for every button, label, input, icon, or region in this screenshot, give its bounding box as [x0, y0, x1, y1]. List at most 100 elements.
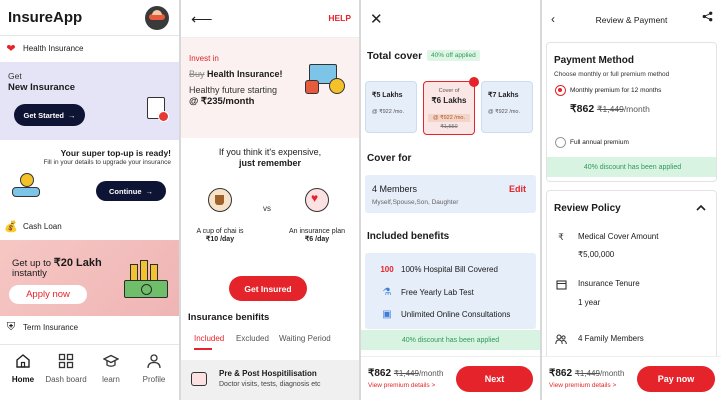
nav-profile[interactable]: Profile — [133, 353, 175, 384]
per-month: /month — [599, 369, 625, 378]
screens-strip: InsureApp ❤ Health Insurance Get New Ins… — [0, 0, 721, 400]
cover-option-5-lakhs[interactable]: ₹5 Lakhs @ ₹922 /mo. — [365, 81, 417, 133]
invest-label: Invest in — [189, 54, 219, 63]
section-health-insurance[interactable]: ❤ Health Insurance — [0, 37, 179, 59]
vs-text: vs — [263, 204, 271, 213]
selected-dot — [469, 77, 479, 87]
pay-now-button[interactable]: Pay now — [637, 366, 715, 392]
tenure-value: 1 year — [578, 298, 601, 307]
page-header: ‹ Review & Payment — [542, 0, 721, 40]
loan-amount: ₹20 Lakh — [53, 257, 102, 269]
next-button[interactable]: Next — [456, 366, 533, 392]
old-price: ₹1,449 — [393, 369, 419, 378]
hero-subtitle: Healthy future starting — [189, 85, 278, 95]
active-tab-indicator — [194, 348, 212, 350]
benefit-item: Free Yearly Lab Test — [401, 288, 474, 297]
health-card-get: Get — [8, 71, 22, 81]
hundred-percent-icon: 100 — [380, 264, 394, 274]
chai-line2: ₹10 /day — [205, 236, 235, 243]
monthly-radio[interactable] — [555, 85, 566, 96]
discount-badge: 40% off applied — [427, 50, 480, 61]
monthly-option-label: Monthly premium for 12 months — [570, 87, 662, 94]
premium-price: ₹862 ₹1,449/month — [368, 368, 443, 379]
rupee-icon: ₹ — [558, 231, 564, 242]
dashboard-icon — [58, 353, 74, 369]
close-icon[interactable]: ✕ — [370, 10, 383, 28]
get-started-label: Get Started — [23, 110, 64, 120]
nav-label: Dash board — [45, 375, 87, 384]
tab-excluded[interactable]: Excluded — [236, 334, 269, 343]
discount-note: 40% discount has been applied — [547, 157, 716, 177]
cover-option-7-lakhs[interactable]: ₹7 Lakhs @ ₹922 /mo. — [481, 81, 533, 133]
per-month: /month — [623, 104, 650, 114]
price: ₹862 — [368, 368, 392, 379]
hospital-icon — [191, 372, 207, 386]
heart-hands-icon — [305, 188, 329, 212]
tab-included[interactable]: Included — [194, 334, 224, 343]
get-started-button[interactable]: Get Started → — [14, 104, 85, 126]
expensive-text: If you think it's expensive, — [218, 147, 322, 157]
review-payment-screen: ‹ Review & Payment Payment Method Choose… — [542, 0, 721, 400]
plan-line1: An insurance plan — [288, 228, 346, 235]
document-icon — [147, 97, 169, 122]
price: ₹862 — [549, 368, 573, 379]
nav-dashboard[interactable]: Dash board — [45, 353, 87, 384]
tea-cup-icon — [208, 188, 232, 212]
tab-waiting-period[interactable]: Waiting Period — [279, 334, 331, 343]
get-insured-button[interactable]: Get Insured — [229, 276, 307, 301]
cover-old-price: ₹1,550 — [440, 124, 458, 130]
section-term-insurance[interactable]: ⛨ Term Insurance — [0, 316, 179, 338]
topup-subtitle: Fill in your details to upgrade your ins… — [43, 159, 171, 166]
nav-learn[interactable]: learn — [90, 353, 132, 384]
edit-members-button[interactable]: Edit — [509, 184, 526, 194]
cover-price: @ ₹922 /mo. — [488, 109, 521, 115]
cover-amount: ₹7 Lakhs — [488, 92, 519, 99]
avatar[interactable] — [145, 6, 169, 30]
review-policy-title: Review Policy — [554, 203, 621, 214]
heart-pulse-icon: ❤ — [6, 42, 16, 55]
benefit-list-item[interactable]: Pre & Post Hospitilisation Doctor visits… — [181, 360, 359, 400]
benefit-subtitle: Doctor visits, tests, diagnosis etc — [219, 381, 321, 388]
hero-title-rest: Health Insurance! — [204, 69, 283, 79]
shield-check-icon: ⛨ — [6, 320, 16, 333]
apply-now-button[interactable]: Apply now — [9, 285, 87, 304]
members-count: 4 Members — [372, 184, 418, 194]
view-premium-details-link[interactable]: View premium details > — [368, 382, 435, 389]
loan-instantly: instantly — [12, 268, 47, 279]
chevron-up-icon[interactable] — [696, 203, 706, 213]
help-link[interactable]: HELP — [328, 13, 351, 23]
payment-method-title: Payment Method — [554, 55, 635, 66]
nav-home[interactable]: Home — [2, 353, 44, 384]
chai-line1: A cup of chai is — [196, 228, 244, 235]
benefits-section: Insurance benifits Included Excluded Wai… — [181, 290, 359, 400]
calendar-icon — [555, 278, 567, 290]
benefit-item: Unlimited Online Consultations — [401, 310, 511, 319]
section-cash-loan[interactable]: 💰 Cash Loan — [0, 215, 179, 237]
review-policy-card: Review Policy ₹ Medical Cover Amount ₹5,… — [546, 190, 717, 360]
view-premium-details-link[interactable]: View premium details > — [549, 382, 616, 389]
checkout-footer: ₹862 ₹1,449/month View premium details >… — [361, 356, 540, 400]
tenure-label: Insurance Tenure — [578, 279, 640, 288]
continue-button[interactable]: Continue → — [96, 181, 166, 201]
money-stack-icon — [124, 260, 170, 302]
discount-note: 40% discount has been applied — [361, 330, 540, 350]
old-price: ₹1,449 — [597, 104, 624, 114]
annual-radio[interactable] — [555, 137, 566, 148]
monthly-price: ₹862 ₹1,449/month — [570, 103, 650, 115]
chai-compare: A cup of chai is ₹10 /day — [185, 188, 255, 243]
health-card-title: New Insurance — [8, 82, 76, 93]
benefits-card: 100 100% Hospital Bill Covered ⚗ Free Ye… — [365, 253, 536, 329]
hero-title: Buy Health Insurance! — [189, 69, 283, 79]
page-header: ⟵ HELP — [181, 0, 359, 38]
home-screen: InsureApp ❤ Health Insurance Get New Ins… — [0, 0, 179, 400]
section-label: Cash Loan — [23, 221, 62, 231]
app-header: InsureApp — [0, 0, 179, 36]
cover-option-6-lakhs[interactable]: Cover of ₹6 Lakhs @ ₹922 /mo. ₹1,550 — [423, 77, 479, 135]
share-icon[interactable] — [702, 11, 713, 25]
money-bag-icon: 💰 — [4, 220, 18, 233]
nav-label: learn — [102, 375, 120, 384]
medical-cover-value: ₹5,00,000 — [578, 250, 615, 259]
arrow-right-icon: → — [145, 186, 154, 196]
topup-title: Your super top-up is ready! — [60, 148, 171, 158]
back-arrow-icon[interactable]: ⟵ — [191, 10, 213, 28]
